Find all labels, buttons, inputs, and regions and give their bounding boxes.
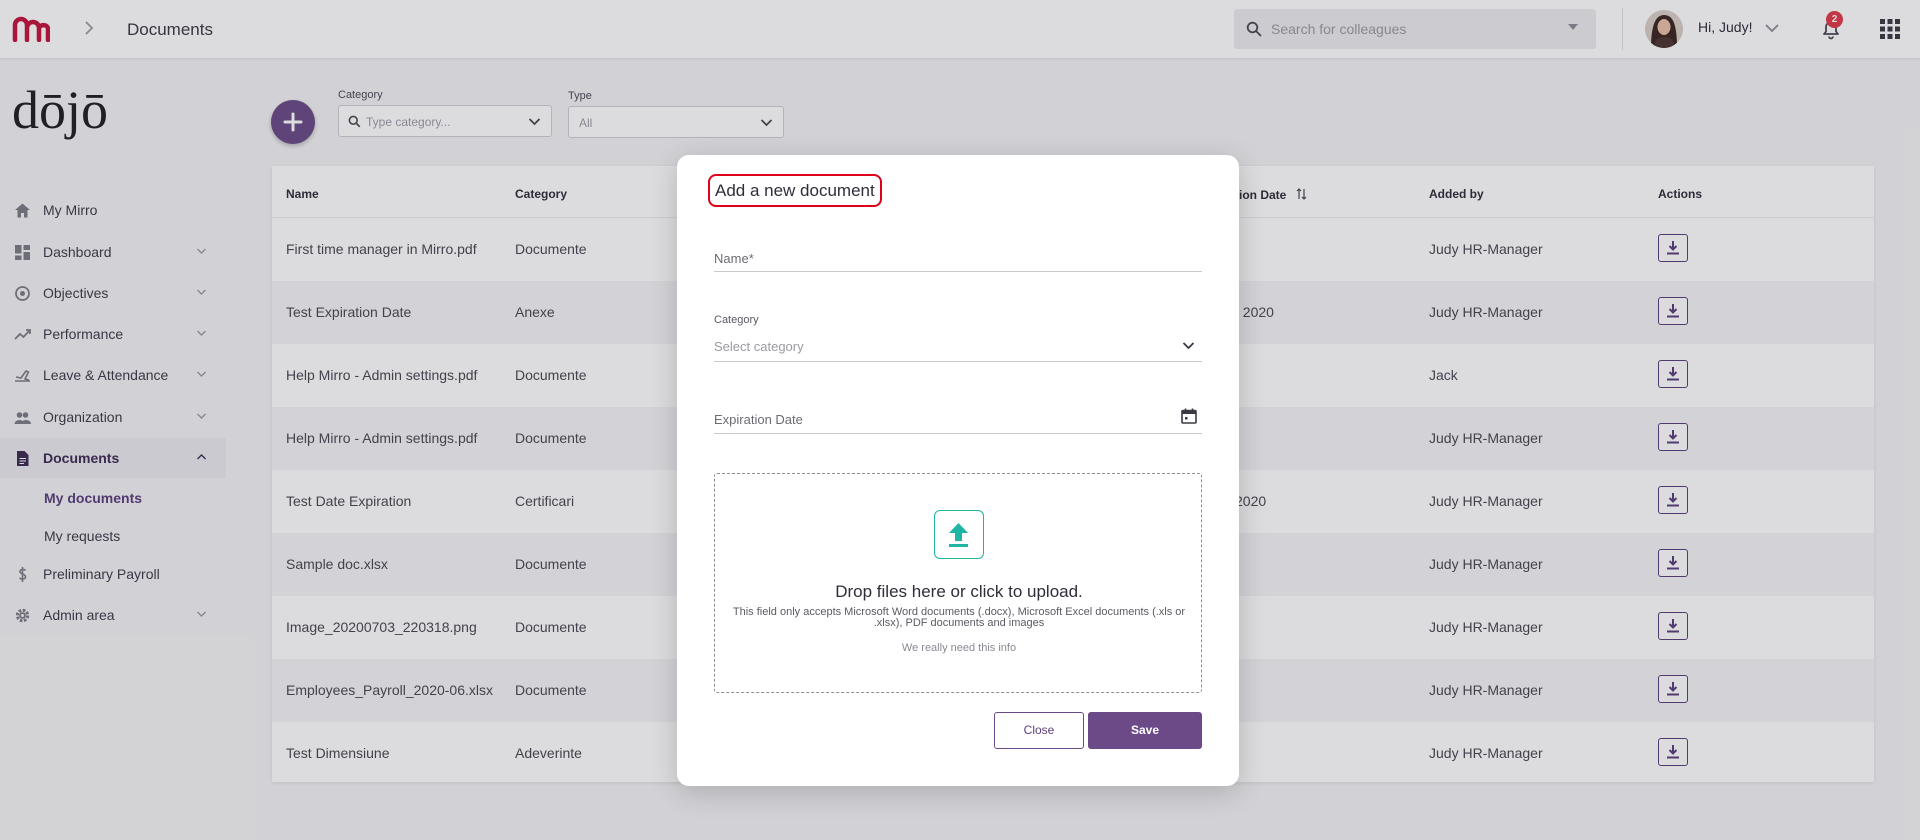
upload-icon <box>934 510 984 559</box>
category-field-label: Category <box>714 314 759 326</box>
dropzone-title: Drop files here or click to upload. <box>835 582 1083 601</box>
category-field-underline <box>714 361 1202 362</box>
chevron-down-icon[interactable] <box>1182 341 1195 350</box>
add-document-dialog: Add a new document Name* Category Select… <box>677 155 1239 786</box>
close-button[interactable]: Close <box>994 712 1084 749</box>
file-dropzone[interactable]: Drop files here or click to upload. This… <box>714 473 1202 693</box>
name-field[interactable] <box>714 271 1202 272</box>
expiration-field-underline <box>714 433 1202 434</box>
dialog-title: Add a new document <box>708 174 882 207</box>
category-select[interactable]: Select category <box>714 339 804 354</box>
dropzone-hint: We really need this info <box>901 642 1017 654</box>
save-button[interactable]: Save <box>1088 712 1202 749</box>
calendar-icon[interactable] <box>1180 407 1198 425</box>
name-field-label: Name* <box>714 251 754 266</box>
dropzone-description: This field only accepts Microsoft Word d… <box>732 606 1186 629</box>
expiration-date-field[interactable]: Expiration Date <box>714 412 803 427</box>
